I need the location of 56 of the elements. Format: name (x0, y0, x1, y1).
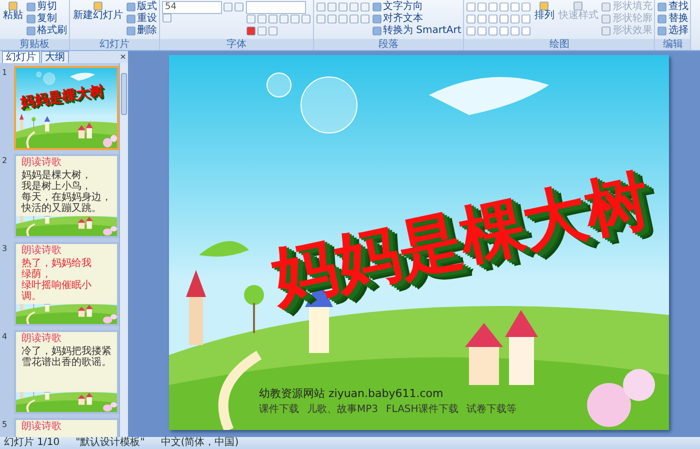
ribbon-button[interactable]: 转换为 SmartArt (372, 25, 462, 37)
ribbon-button[interactable]: 复制 (26, 13, 67, 25)
close-button[interactable]: × (114, 50, 128, 64)
footer-label: 儿歌、故事MP3 (307, 402, 378, 416)
ribbon-button[interactable]: 重设 (126, 13, 157, 25)
poem-text: 热了，妈妈给我 绿荫， 绿叶摇响催眠小 调。 (22, 258, 92, 302)
group-label: 剪贴板 (0, 39, 69, 50)
pane-tab[interactable]: 大纲 (41, 51, 69, 63)
poem-text: 冷了，妈妈把我搂紧 雪花谱出香的歌谣。 (22, 346, 112, 368)
scrollbar[interactable] (119, 63, 128, 437)
site-caption: 幼教资源网站 ziyuan.baby611.com (259, 386, 444, 400)
slide-number: 3 (2, 243, 8, 255)
ribbon-button[interactable]: 删除 (126, 25, 157, 37)
poem-text: 妈妈是棵大树， 我是树上小鸟， 每天，在妈妈身边， 快活的又蹦又跳。 (22, 170, 112, 214)
slide-number: 4 (2, 331, 8, 343)
ribbon-button[interactable]: 排列 (533, 1, 556, 21)
slide-thumbnail[interactable]: 朗读诗歌 冷了，妈妈把我搂紧 雪花谱出香的歌谣。 (14, 330, 119, 414)
ribbon-button[interactable]: 新建幻灯片 (72, 1, 124, 21)
ribbon-button[interactable]: 查找 (657, 1, 688, 13)
footer-label: 课件下载 (259, 402, 299, 416)
ribbon-button[interactable]: 版式 (126, 1, 157, 13)
group-label: 编辑 (655, 39, 690, 50)
slide-title: 妈妈是棵大树 (264, 160, 658, 317)
footer-label: FLASH课件下载 (386, 402, 458, 416)
theme-name: "默认设计模板" (76, 437, 145, 449)
ribbon-button[interactable]: 替换 (657, 13, 688, 25)
slide-heading: 朗读诗歌 (22, 157, 62, 168)
ribbon-button[interactable]: 对齐文本 (372, 13, 462, 25)
ribbon-button[interactable]: 剪切 (26, 1, 67, 13)
ribbon-button[interactable]: 选择 (657, 25, 688, 37)
slide-number: 1 (2, 67, 8, 79)
group-label: 绘图 (464, 39, 654, 50)
button-icon[interactable] (657, 2, 668, 12)
slide-title: 妈妈是棵大树 (18, 82, 105, 112)
pane-tab[interactable]: 幻灯片 (2, 51, 40, 63)
ribbon-button[interactable]: 文字方向 (372, 1, 462, 13)
group-label: 字体 (160, 39, 313, 50)
footer-label: 试卷下载等 (466, 402, 516, 416)
slide-thumbnail[interactable]: 朗读诗歌 (14, 418, 119, 437)
group-label: 幻灯片 (70, 39, 159, 50)
ribbon-button[interactable]: 格式刷 (26, 25, 67, 37)
slide-heading: 朗读诗歌 (22, 421, 62, 432)
language: 中文(简体，中国) (160, 437, 239, 449)
button-icon[interactable] (657, 26, 668, 36)
group-label: 段落 (314, 39, 464, 50)
slide-thumbnail[interactable]: 朗读诗歌 妈妈是棵大树， 我是树上小鸟， 每天，在妈妈身边， 快活的又蹦又跳。 (14, 154, 119, 238)
slide-number: 2 (2, 155, 8, 167)
font-size-field[interactable]: 54 (162, 0, 222, 14)
slide-heading: 朗读诗歌 (22, 333, 62, 344)
slide-number: 5 (2, 419, 8, 431)
ribbon-button[interactable]: 粘贴 (2, 1, 24, 21)
slide-thumbnail[interactable]: 朗读诗歌 热了，妈妈给我 绿荫， 绿叶摇响催眠小 调。 (14, 242, 119, 326)
font-name-field[interactable] (246, 0, 306, 14)
slide-count: 幻灯片 1/10 (4, 437, 60, 449)
slide-heading: 朗读诗歌 (22, 245, 62, 256)
button-icon[interactable] (657, 14, 668, 24)
